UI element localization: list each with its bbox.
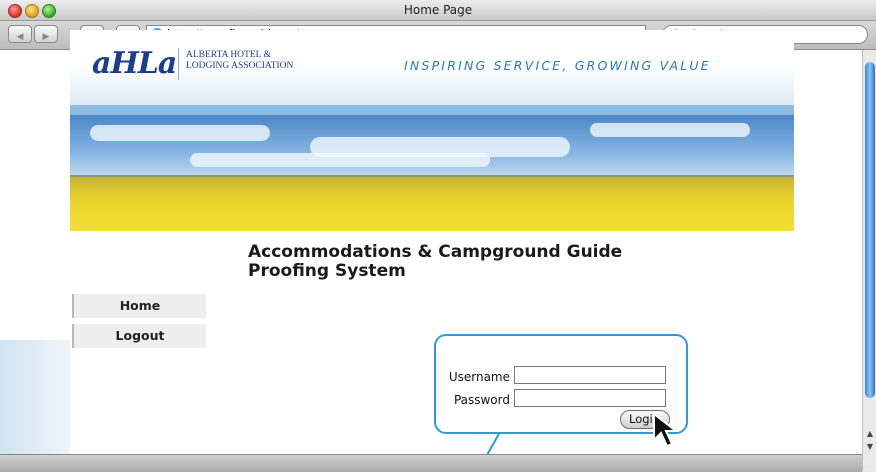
window-title: Home Page <box>403 3 473 17</box>
canola-field <box>70 177 794 231</box>
minimize-window-icon[interactable] <box>25 4 39 18</box>
zoom-window-icon[interactable] <box>42 4 56 18</box>
cloud-shape <box>90 125 270 141</box>
menu-logout-label: Logout <box>115 328 165 343</box>
tagline: INSPIRING SERVICE, GROWING VALUE <box>404 58 711 73</box>
back-button[interactable]: ◀ <box>8 25 32 43</box>
cloud-shape <box>190 153 490 167</box>
menu-home-label: Home <box>119 298 161 313</box>
forward-arrow-icon: ▶ <box>42 32 50 42</box>
close-window-icon[interactable] <box>8 4 22 18</box>
site-header: aHLa ALBERTA HOTEL & LODGING ASSOCIATION… <box>70 30 794 116</box>
mouse-pointer-icon <box>653 411 679 448</box>
logo-divider <box>178 48 179 80</box>
scroll-down-icon[interactable]: ▼ <box>864 441 876 453</box>
page-title-line1: Accommodations & Campground Guide <box>248 242 623 262</box>
scrollbar-thumb[interactable] <box>865 62 875 398</box>
header-band <box>70 105 794 115</box>
background-wash <box>0 340 70 471</box>
menu-home[interactable]: Home <box>72 294 206 318</box>
forward-button[interactable]: ▶ <box>34 25 58 43</box>
org-name: ALBERTA HOTEL & LODGING ASSOCIATION <box>186 50 294 71</box>
window-bottom-bar <box>0 454 862 472</box>
scroll-up-icon[interactable]: ▲ <box>864 428 876 440</box>
vertical-scrollbar[interactable]: ▲ ▼ <box>862 50 876 471</box>
window-titlebar: Home Page <box>0 0 876 21</box>
back-arrow-icon: ◀ <box>16 32 24 42</box>
canola-field-banner <box>70 115 794 231</box>
ahla-logo[interactable]: aHLa <box>92 46 177 81</box>
menu-logout[interactable]: Logout <box>72 324 206 348</box>
page-title-line2: Proofing System <box>248 261 406 281</box>
page-title: Accommodations & Campground Guide Proofi… <box>248 243 622 281</box>
cloud-shape <box>590 123 750 137</box>
